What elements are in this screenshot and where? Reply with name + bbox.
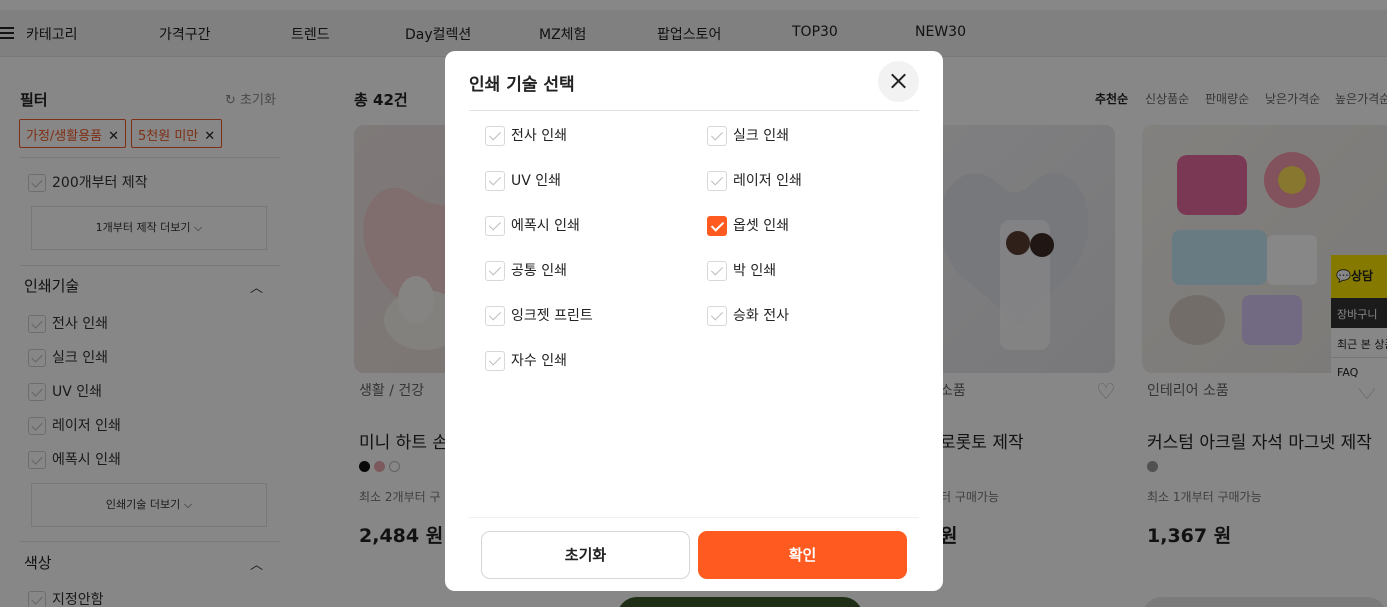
checkbox[interactable] — [707, 306, 727, 326]
divider — [469, 110, 919, 111]
option-label: UV 인쇄 — [511, 173, 562, 189]
print-option-item[interactable]: 전사 인쇄 — [485, 125, 567, 147]
option-label: 공통 인쇄 — [511, 263, 567, 279]
reset-button[interactable]: 초기화 — [481, 531, 690, 579]
option-label: 잉크젯 프린트 — [511, 308, 593, 324]
checkbox[interactable] — [485, 351, 505, 371]
checkbox-checked[interactable] — [707, 216, 727, 236]
print-option-item[interactable]: 레이저 인쇄 — [707, 170, 802, 192]
option-label: 승화 전사 — [733, 308, 789, 324]
close-button[interactable] — [878, 61, 919, 102]
option-label: 에폭시 인쇄 — [511, 218, 580, 234]
print-option-item[interactable]: 자수 인쇄 — [485, 350, 567, 372]
checkbox[interactable] — [707, 261, 727, 281]
checkbox[interactable] — [485, 216, 505, 236]
print-option-item[interactable]: 실크 인쇄 — [707, 125, 789, 147]
option-label: 실크 인쇄 — [733, 128, 789, 144]
checkbox[interactable] — [707, 126, 727, 146]
print-option-item[interactable]: 승화 전사 — [707, 305, 789, 327]
checkbox[interactable] — [485, 306, 505, 326]
print-option-item[interactable]: 박 인쇄 — [707, 260, 776, 282]
print-technique-modal: 인쇄 기술 선택 전사 인쇄 실크 인쇄 UV 인쇄 레이저 인쇄에폭시 인쇄 옵셋 인… — [445, 51, 943, 591]
option-label: 전사 인쇄 — [511, 128, 567, 144]
checkbox[interactable] — [485, 171, 505, 191]
option-label: 옵셋 인쇄 — [733, 218, 789, 234]
checkbox[interactable] — [485, 126, 505, 146]
print-option-item[interactable]: UV 인쇄 — [485, 170, 561, 192]
modal-title: 인쇄 기술 선택 — [469, 75, 575, 95]
print-option-item[interactable]: 공통 인쇄 — [485, 260, 567, 282]
checkbox[interactable] — [485, 261, 505, 281]
option-label: 박 인쇄 — [733, 263, 777, 279]
checkbox[interactable] — [707, 171, 727, 191]
divider — [469, 517, 919, 518]
print-option-item[interactable]: 에폭시 인쇄 — [485, 215, 580, 237]
print-option-item[interactable]: 옵셋 인쇄 — [707, 215, 789, 237]
confirm-button[interactable]: 확인 — [698, 531, 907, 579]
option-label: 레이저 인쇄 — [733, 173, 802, 189]
print-option-item[interactable]: 잉크젯 프린트 — [485, 305, 593, 327]
option-label: 자수 인쇄 — [511, 353, 567, 369]
